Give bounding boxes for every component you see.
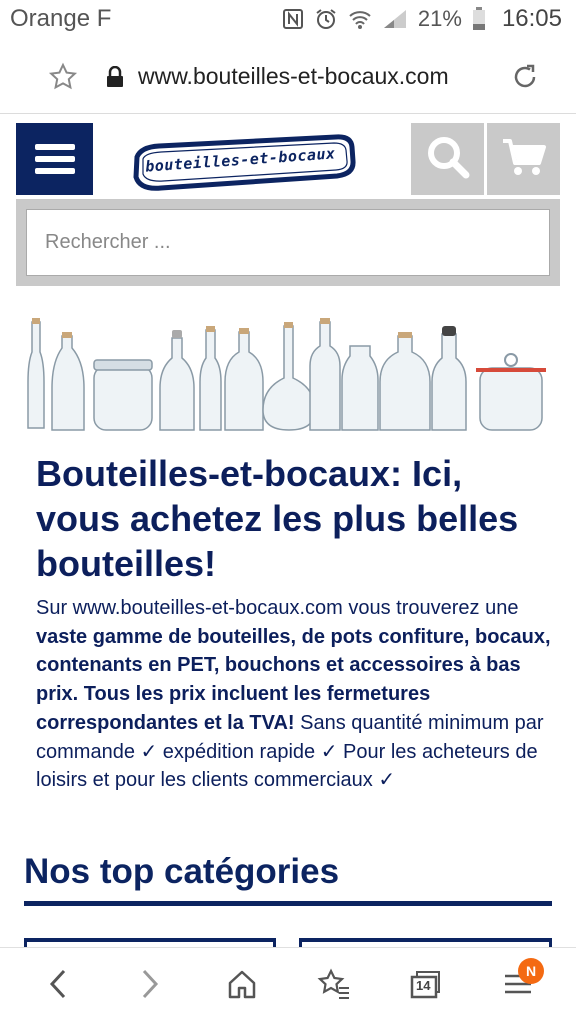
- back-arrow-icon: [44, 967, 72, 1006]
- hamburger-menu-button[interactable]: [16, 123, 93, 195]
- carrier-name: Orange F: [10, 5, 112, 32]
- forward-arrow-icon: [136, 967, 164, 1006]
- browser-bottom-nav: 14 N: [0, 947, 576, 1024]
- forward-button[interactable]: [120, 956, 180, 1016]
- browser-url-bar[interactable]: www.bouteilles-et-bocaux.com: [0, 40, 576, 114]
- bottles-banner-image: [24, 316, 552, 436]
- intro-paragraph: Sur www.bouteilles-et-bocaux.com vous tr…: [36, 594, 551, 795]
- page-headline: Bouteilles-et-bocaux: Ici, vous achetez …: [36, 453, 519, 584]
- status-icons: 21% 16:05: [282, 5, 562, 33]
- back-button[interactable]: [28, 956, 88, 1016]
- bookmark-star-icon[interactable]: [48, 62, 78, 92]
- site-header: bouteilles-et-bocaux: [16, 123, 560, 195]
- cart-icon: [501, 137, 547, 182]
- bookmarks-star-icon: [317, 967, 351, 1005]
- wifi-icon: [348, 8, 372, 30]
- search-bar: [16, 199, 560, 286]
- intro-text-start: Sur www.bouteilles-et-bocaux.com vous tr…: [36, 597, 519, 619]
- notification-badge: N: [518, 958, 544, 984]
- nfc-icon: [282, 8, 304, 30]
- tab-count: 14: [416, 978, 431, 993]
- signal-icon: [382, 8, 408, 30]
- home-icon: [226, 968, 258, 1005]
- lock-icon: [106, 65, 124, 88]
- alarm-icon: [314, 7, 338, 31]
- battery-icon: [472, 7, 486, 31]
- search-icon: [425, 134, 471, 185]
- header-cart-button[interactable]: [487, 123, 560, 195]
- search-input[interactable]: [26, 209, 550, 276]
- browser-menu-button[interactable]: N: [488, 956, 548, 1016]
- url-text[interactable]: www.bouteilles-et-bocaux.com: [138, 63, 510, 90]
- bookmarks-button[interactable]: [304, 956, 364, 1016]
- header-search-button[interactable]: [411, 123, 484, 195]
- bottles-illustration: [27, 318, 546, 431]
- reload-icon[interactable]: [510, 62, 540, 92]
- categories-heading: Nos top catégories: [24, 852, 340, 891]
- battery-percent: 21%: [417, 6, 462, 31]
- status-bar: Orange F 21% 16:05: [0, 0, 576, 38]
- home-button[interactable]: [212, 956, 272, 1016]
- site-logo[interactable]: bouteilles-et-bocaux: [131, 133, 356, 191]
- clock: 16:05: [501, 5, 562, 32]
- categories-divider: [24, 901, 552, 906]
- tabs-button[interactable]: 14: [396, 956, 456, 1016]
